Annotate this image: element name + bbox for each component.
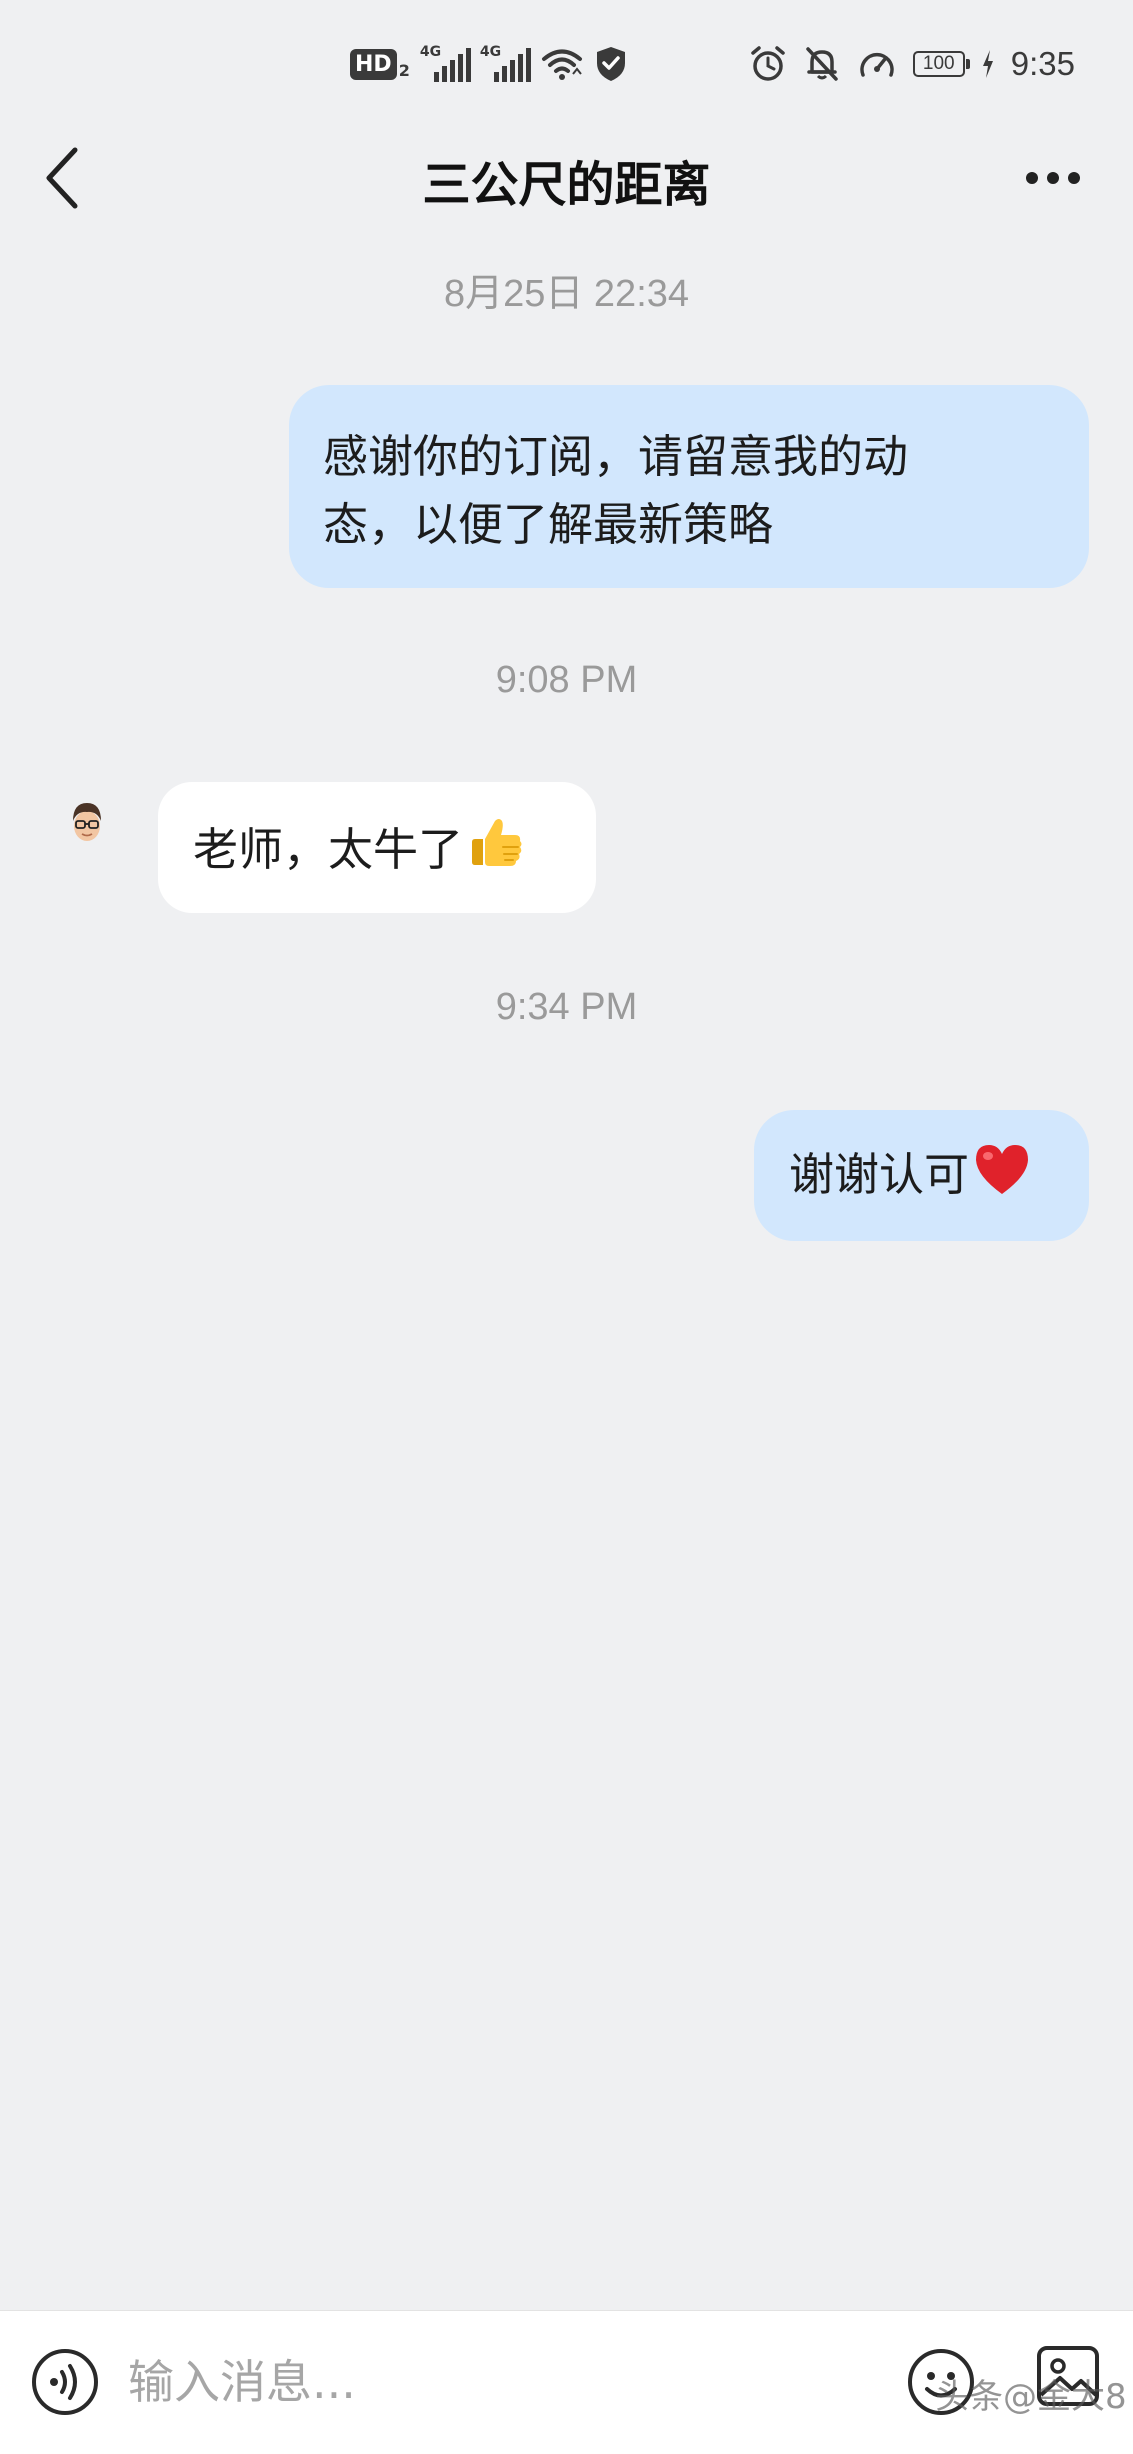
incoming-message-bubble[interactable]: 老师，太牛了 xyxy=(158,782,596,913)
battery-icon: 100 xyxy=(912,51,970,77)
sender-avatar[interactable] xyxy=(62,797,112,847)
wifi-icon xyxy=(541,49,582,80)
chat-header: 三公尺的距离 xyxy=(0,125,1133,230)
message-input[interactable] xyxy=(128,2347,868,2417)
charging-icon xyxy=(982,50,993,78)
hd-label: HD xyxy=(350,48,397,80)
message-timestamp: 9:08 PM xyxy=(495,659,638,701)
speed-icon xyxy=(860,52,894,77)
alarm-icon xyxy=(751,46,785,81)
thumbs-up-emoji-icon xyxy=(472,819,522,866)
shield-icon xyxy=(596,47,625,81)
signal-icon: 4G xyxy=(480,44,531,84)
more-options-button[interactable] xyxy=(1013,143,1093,213)
message-text-line: 感谢你的订阅，请留意我的动 xyxy=(323,430,909,483)
message-text: 老师，太牛了 xyxy=(193,823,464,876)
message-input-bar: 头条@金大8 xyxy=(0,2310,1133,2454)
message-timestamp: 8月25日 22:34 xyxy=(443,273,690,315)
more-dots-icon xyxy=(1047,172,1059,184)
message-text-line: 态，以便了解最新策略 xyxy=(323,498,774,551)
outgoing-message-bubble[interactable]: 感谢你的订阅，请留意我的动 态，以便了解最新策略 xyxy=(289,385,1089,588)
more-dots-icon xyxy=(1026,172,1038,184)
bell-off-icon xyxy=(806,47,838,81)
watermark-text: 头条@金大8 xyxy=(935,2377,1127,2417)
signal-icon: 4G xyxy=(420,44,471,84)
status-bar: HD 2 4G 4G 100 9:35 xyxy=(0,0,1133,125)
chat-title: 三公尺的距离 xyxy=(422,157,711,213)
status-right-group: 100 9:35 xyxy=(749,40,1075,88)
status-left-group: HD 2 4G 4G xyxy=(350,40,628,88)
status-time: 9:35 xyxy=(1010,45,1075,82)
outgoing-message-bubble[interactable]: 谢谢认可 xyxy=(754,1110,1089,1241)
voice-icon[interactable] xyxy=(30,2347,100,2417)
red-heart-emoji-icon xyxy=(976,1145,1029,1194)
message-timestamp: 9:34 PM xyxy=(495,986,638,1028)
message-text: 谢谢认可 xyxy=(789,1148,970,1201)
hd-icon: HD 2 xyxy=(350,48,410,80)
more-dots-icon xyxy=(1068,172,1080,184)
hd-sim-number: 2 xyxy=(398,60,410,80)
